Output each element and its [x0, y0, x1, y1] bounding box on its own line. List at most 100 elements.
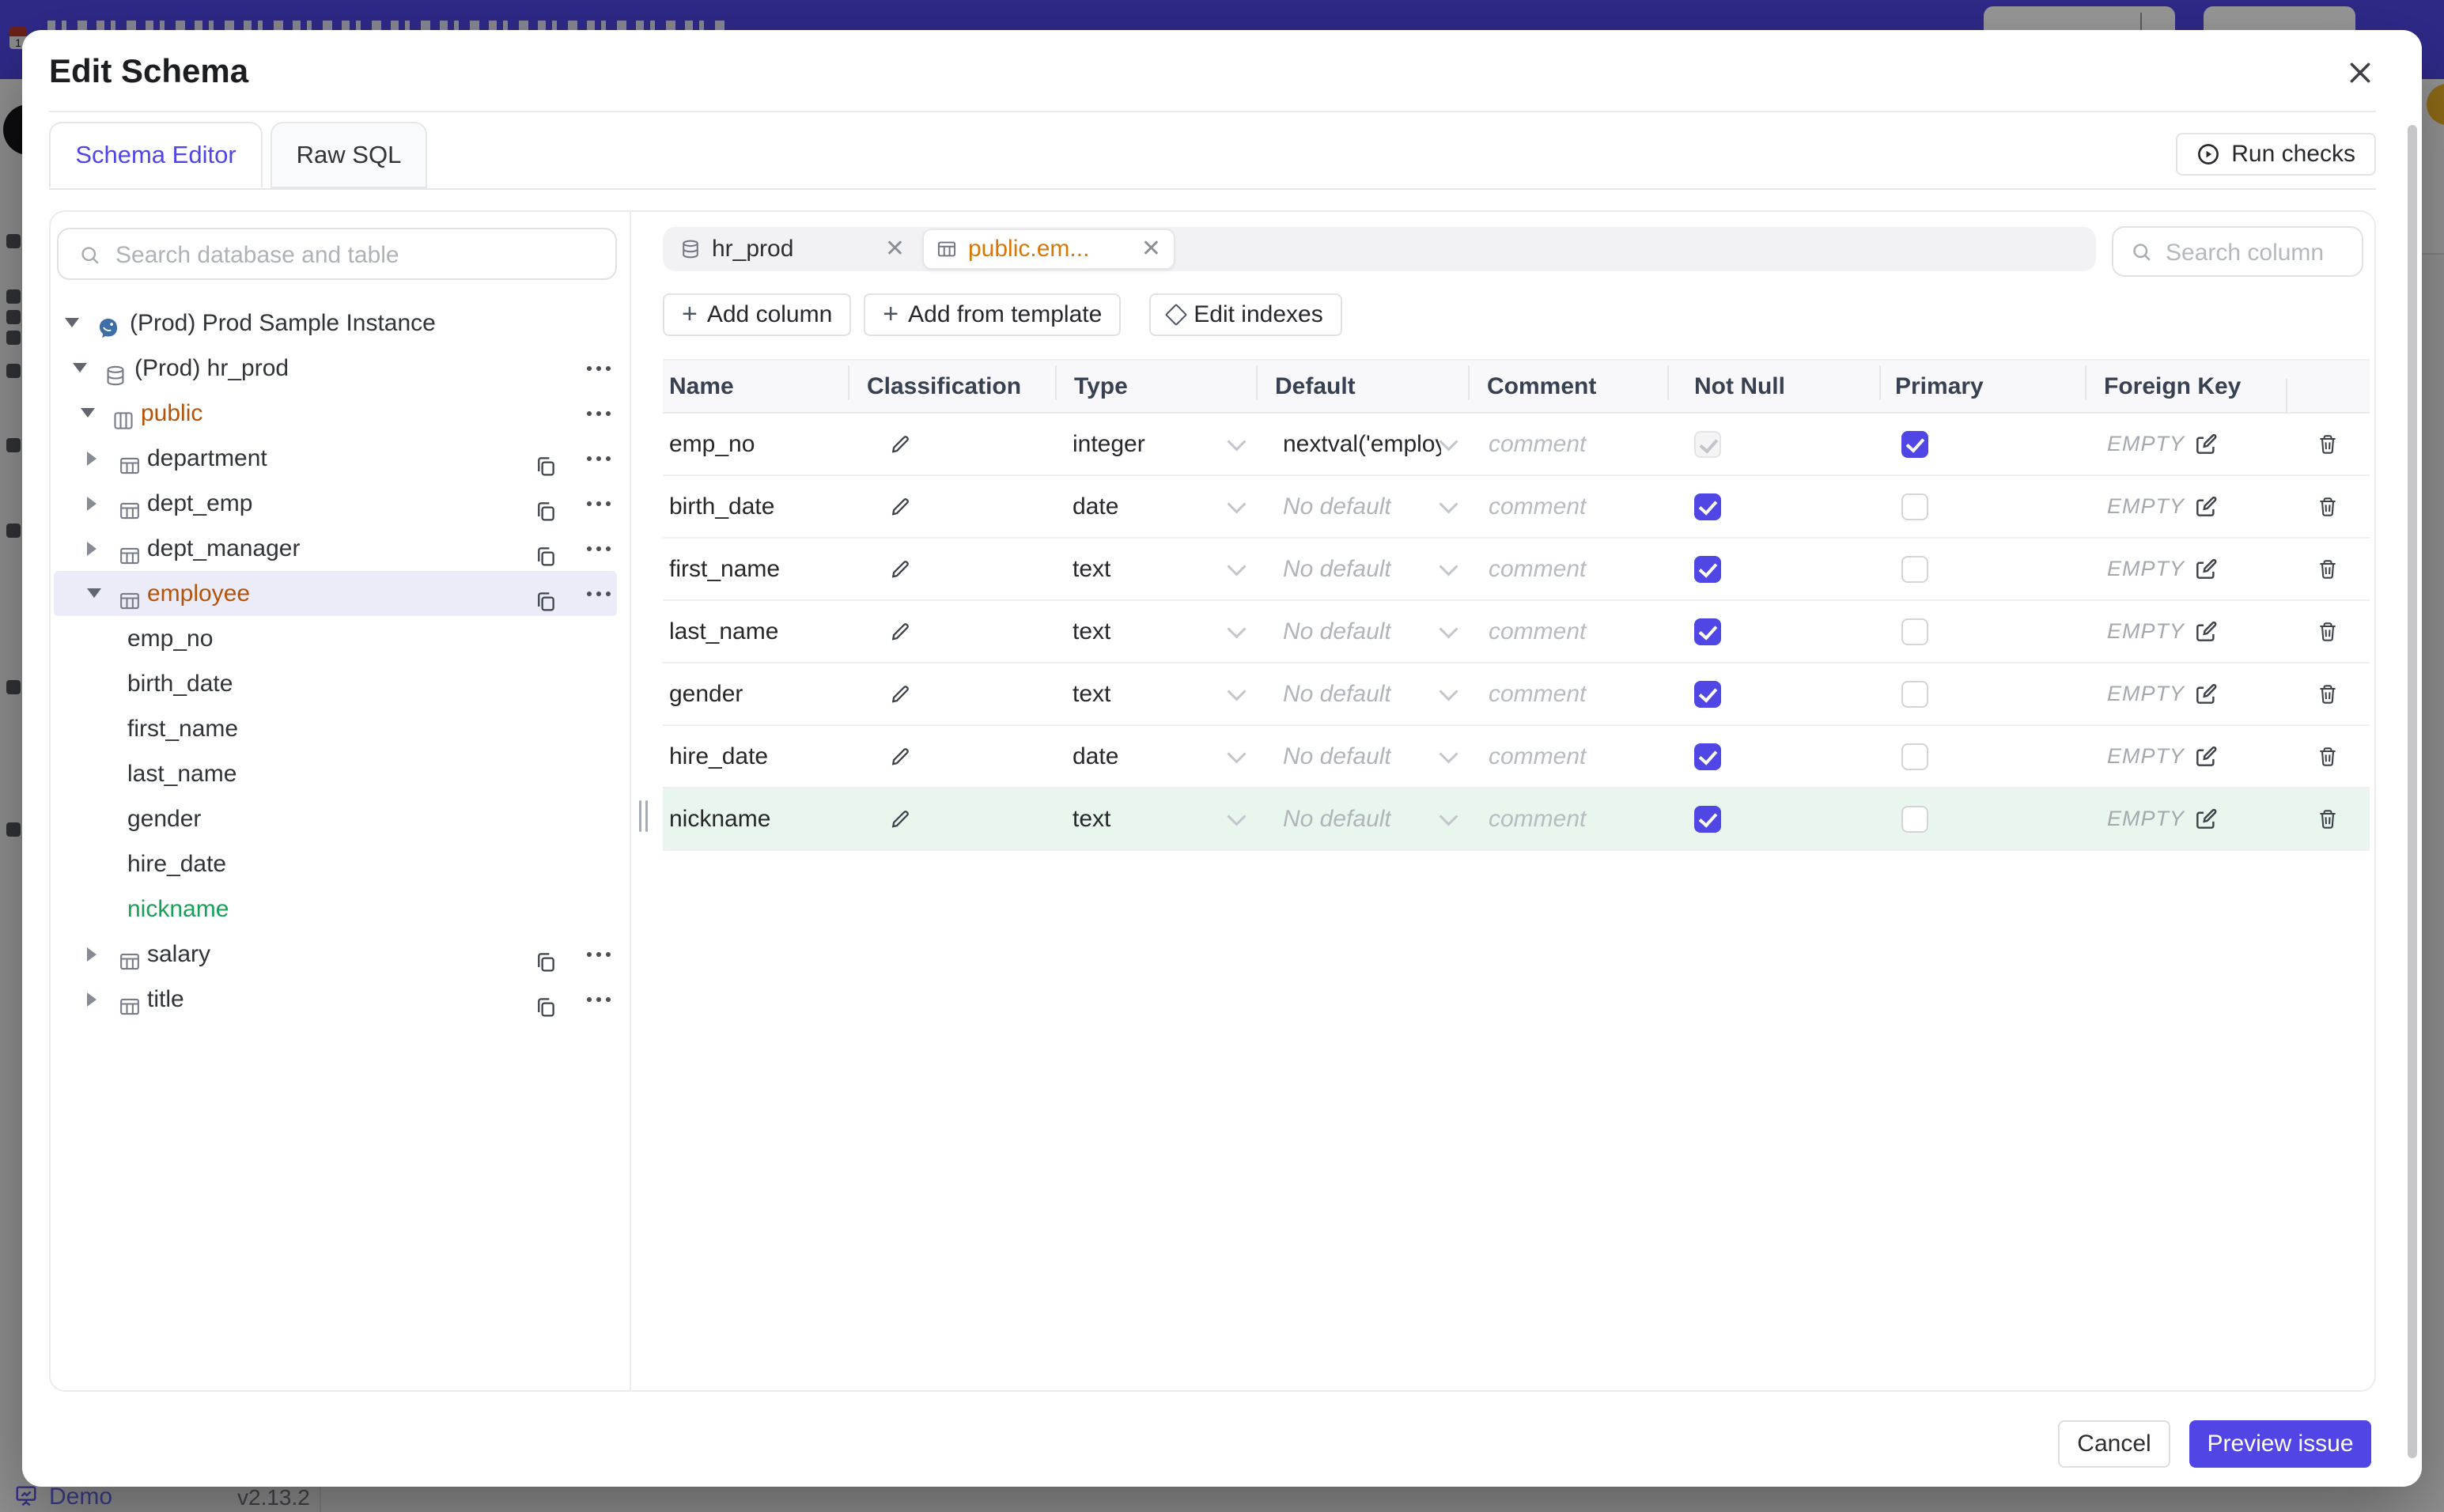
dialog-scrollbar[interactable]	[2408, 125, 2417, 1458]
trash-icon[interactable]	[2317, 683, 2339, 705]
not-null-checkbox[interactable]	[1694, 555, 1721, 583]
edit-icon[interactable]	[2194, 807, 2218, 831]
chevron-right-icon[interactable]	[87, 947, 96, 962]
primary-checkbox[interactable]	[1901, 430, 1928, 458]
comment-input[interactable]: comment	[1468, 681, 1667, 708]
type-select[interactable]: text	[1055, 556, 1256, 583]
tree-column-nickname-new[interactable]: nickname	[54, 886, 617, 932]
close-icon[interactable]	[2343, 55, 2378, 90]
primary-checkbox[interactable]	[1901, 555, 1928, 583]
pencil-icon[interactable]	[889, 433, 911, 455]
column-search-input[interactable]	[2162, 229, 2359, 277]
comment-input[interactable]: comment	[1468, 806, 1667, 833]
tree-search-input[interactable]	[112, 231, 609, 280]
comment-input[interactable]: comment	[1468, 431, 1667, 458]
more-options-icon[interactable]	[587, 456, 592, 461]
column-name[interactable]: birth_date	[663, 493, 848, 520]
edit-icon[interactable]	[2194, 558, 2218, 581]
type-select[interactable]: integer	[1055, 431, 1256, 458]
chevron-down-icon[interactable]	[73, 363, 87, 372]
chevron-right-icon[interactable]	[87, 497, 96, 511]
tree-item-instance[interactable]: (Prod) Prod Sample Instance	[54, 301, 617, 346]
default-select[interactable]: No default	[1256, 556, 1468, 583]
comment-input[interactable]: comment	[1468, 556, 1667, 583]
close-icon[interactable]: ✕	[1141, 237, 1161, 261]
cancel-button[interactable]: Cancel	[2058, 1420, 2170, 1468]
default-select[interactable]: No default	[1256, 806, 1468, 833]
more-options-icon[interactable]	[587, 952, 592, 957]
tree-column-emp-no[interactable]: emp_no	[54, 616, 617, 661]
tab-schema-editor[interactable]: Schema Editor	[49, 122, 263, 188]
not-null-checkbox[interactable]	[1694, 805, 1721, 833]
trash-icon[interactable]	[2317, 808, 2339, 830]
default-select[interactable]: No default	[1256, 681, 1468, 708]
more-options-icon[interactable]	[587, 366, 592, 371]
panel-resize-handle[interactable]	[639, 800, 649, 832]
comment-input[interactable]: comment	[1468, 743, 1667, 770]
pencil-icon[interactable]	[889, 808, 911, 830]
add-from-template-button[interactable]: + Add from template	[864, 293, 1122, 336]
not-null-checkbox[interactable]	[1694, 680, 1721, 708]
more-options-icon[interactable]	[587, 546, 592, 551]
tree-item-table-department[interactable]: department	[54, 436, 617, 481]
not-null-checkbox[interactable]	[1694, 618, 1721, 645]
edit-icon[interactable]	[2194, 433, 2218, 456]
tab-chip-public-employee[interactable]: public.em... ✕	[922, 229, 1175, 270]
preview-issue-button[interactable]: Preview issue	[2189, 1420, 2371, 1468]
edit-icon[interactable]	[2194, 745, 2218, 769]
tree-column-gender[interactable]: gender	[54, 796, 617, 841]
edit-icon[interactable]	[2194, 620, 2218, 644]
pencil-icon[interactable]	[889, 558, 911, 580]
primary-checkbox[interactable]	[1901, 493, 1928, 520]
run-checks-button[interactable]: Run checks	[2176, 133, 2376, 176]
chevron-right-icon[interactable]	[87, 542, 96, 556]
tree-item-table-employee[interactable]: employee	[54, 571, 617, 616]
tree-item-database[interactable]: (Prod) hr_prod	[54, 346, 617, 391]
trash-icon[interactable]	[2317, 433, 2339, 455]
default-select[interactable]: No default	[1256, 618, 1468, 645]
column-name[interactable]: first_name	[663, 556, 848, 583]
type-select[interactable]: text	[1055, 681, 1256, 708]
pencil-icon[interactable]	[889, 496, 911, 518]
not-null-checkbox[interactable]	[1694, 743, 1721, 770]
edit-icon[interactable]	[2194, 682, 2218, 706]
edit-icon[interactable]	[2194, 495, 2218, 519]
tree-column-first-name[interactable]: first_name	[54, 706, 617, 751]
type-select[interactable]: date	[1055, 743, 1256, 770]
tab-chip-hr-prod[interactable]: hr_prod ✕	[668, 230, 917, 268]
default-select[interactable]: No default	[1256, 743, 1468, 770]
close-icon[interactable]: ✕	[885, 237, 905, 261]
column-name[interactable]: hire_date	[663, 743, 848, 770]
pencil-icon[interactable]	[889, 746, 911, 768]
trash-icon[interactable]	[2317, 496, 2339, 518]
comment-input[interactable]: comment	[1468, 618, 1667, 645]
pencil-icon[interactable]	[889, 621, 911, 643]
more-options-icon[interactable]	[587, 411, 592, 416]
add-column-button[interactable]: + Add column	[663, 293, 852, 336]
default-select[interactable]: nextval('employ	[1256, 431, 1468, 458]
copy-icon[interactable]	[535, 988, 557, 1033]
comment-input[interactable]: comment	[1468, 493, 1667, 520]
tree-item-schema-public[interactable]: public	[54, 391, 617, 436]
tree-column-last-name[interactable]: last_name	[54, 751, 617, 796]
tree-item-table-salary[interactable]: salary	[54, 932, 617, 977]
primary-checkbox[interactable]	[1901, 618, 1928, 645]
tree-item-table-dept-manager[interactable]: dept_manager	[54, 526, 617, 571]
chevron-down-icon[interactable]	[65, 318, 79, 327]
not-null-checkbox[interactable]	[1694, 493, 1721, 520]
default-select[interactable]: No default	[1256, 493, 1468, 520]
primary-checkbox[interactable]	[1901, 805, 1928, 833]
tree-column-hire-date[interactable]: hire_date	[54, 841, 617, 886]
column-name[interactable]: nickname	[663, 806, 848, 833]
primary-checkbox[interactable]	[1901, 743, 1928, 770]
trash-icon[interactable]	[2317, 746, 2339, 768]
tree-column-birth-date[interactable]: birth_date	[54, 661, 617, 706]
more-options-icon[interactable]	[587, 501, 592, 506]
column-name[interactable]: last_name	[663, 618, 848, 645]
chevron-down-icon[interactable]	[87, 588, 101, 598]
chevron-right-icon[interactable]	[87, 992, 96, 1007]
trash-icon[interactable]	[2317, 558, 2339, 580]
type-select[interactable]: text	[1055, 806, 1256, 833]
type-select[interactable]: text	[1055, 618, 1256, 645]
trash-icon[interactable]	[2317, 621, 2339, 643]
